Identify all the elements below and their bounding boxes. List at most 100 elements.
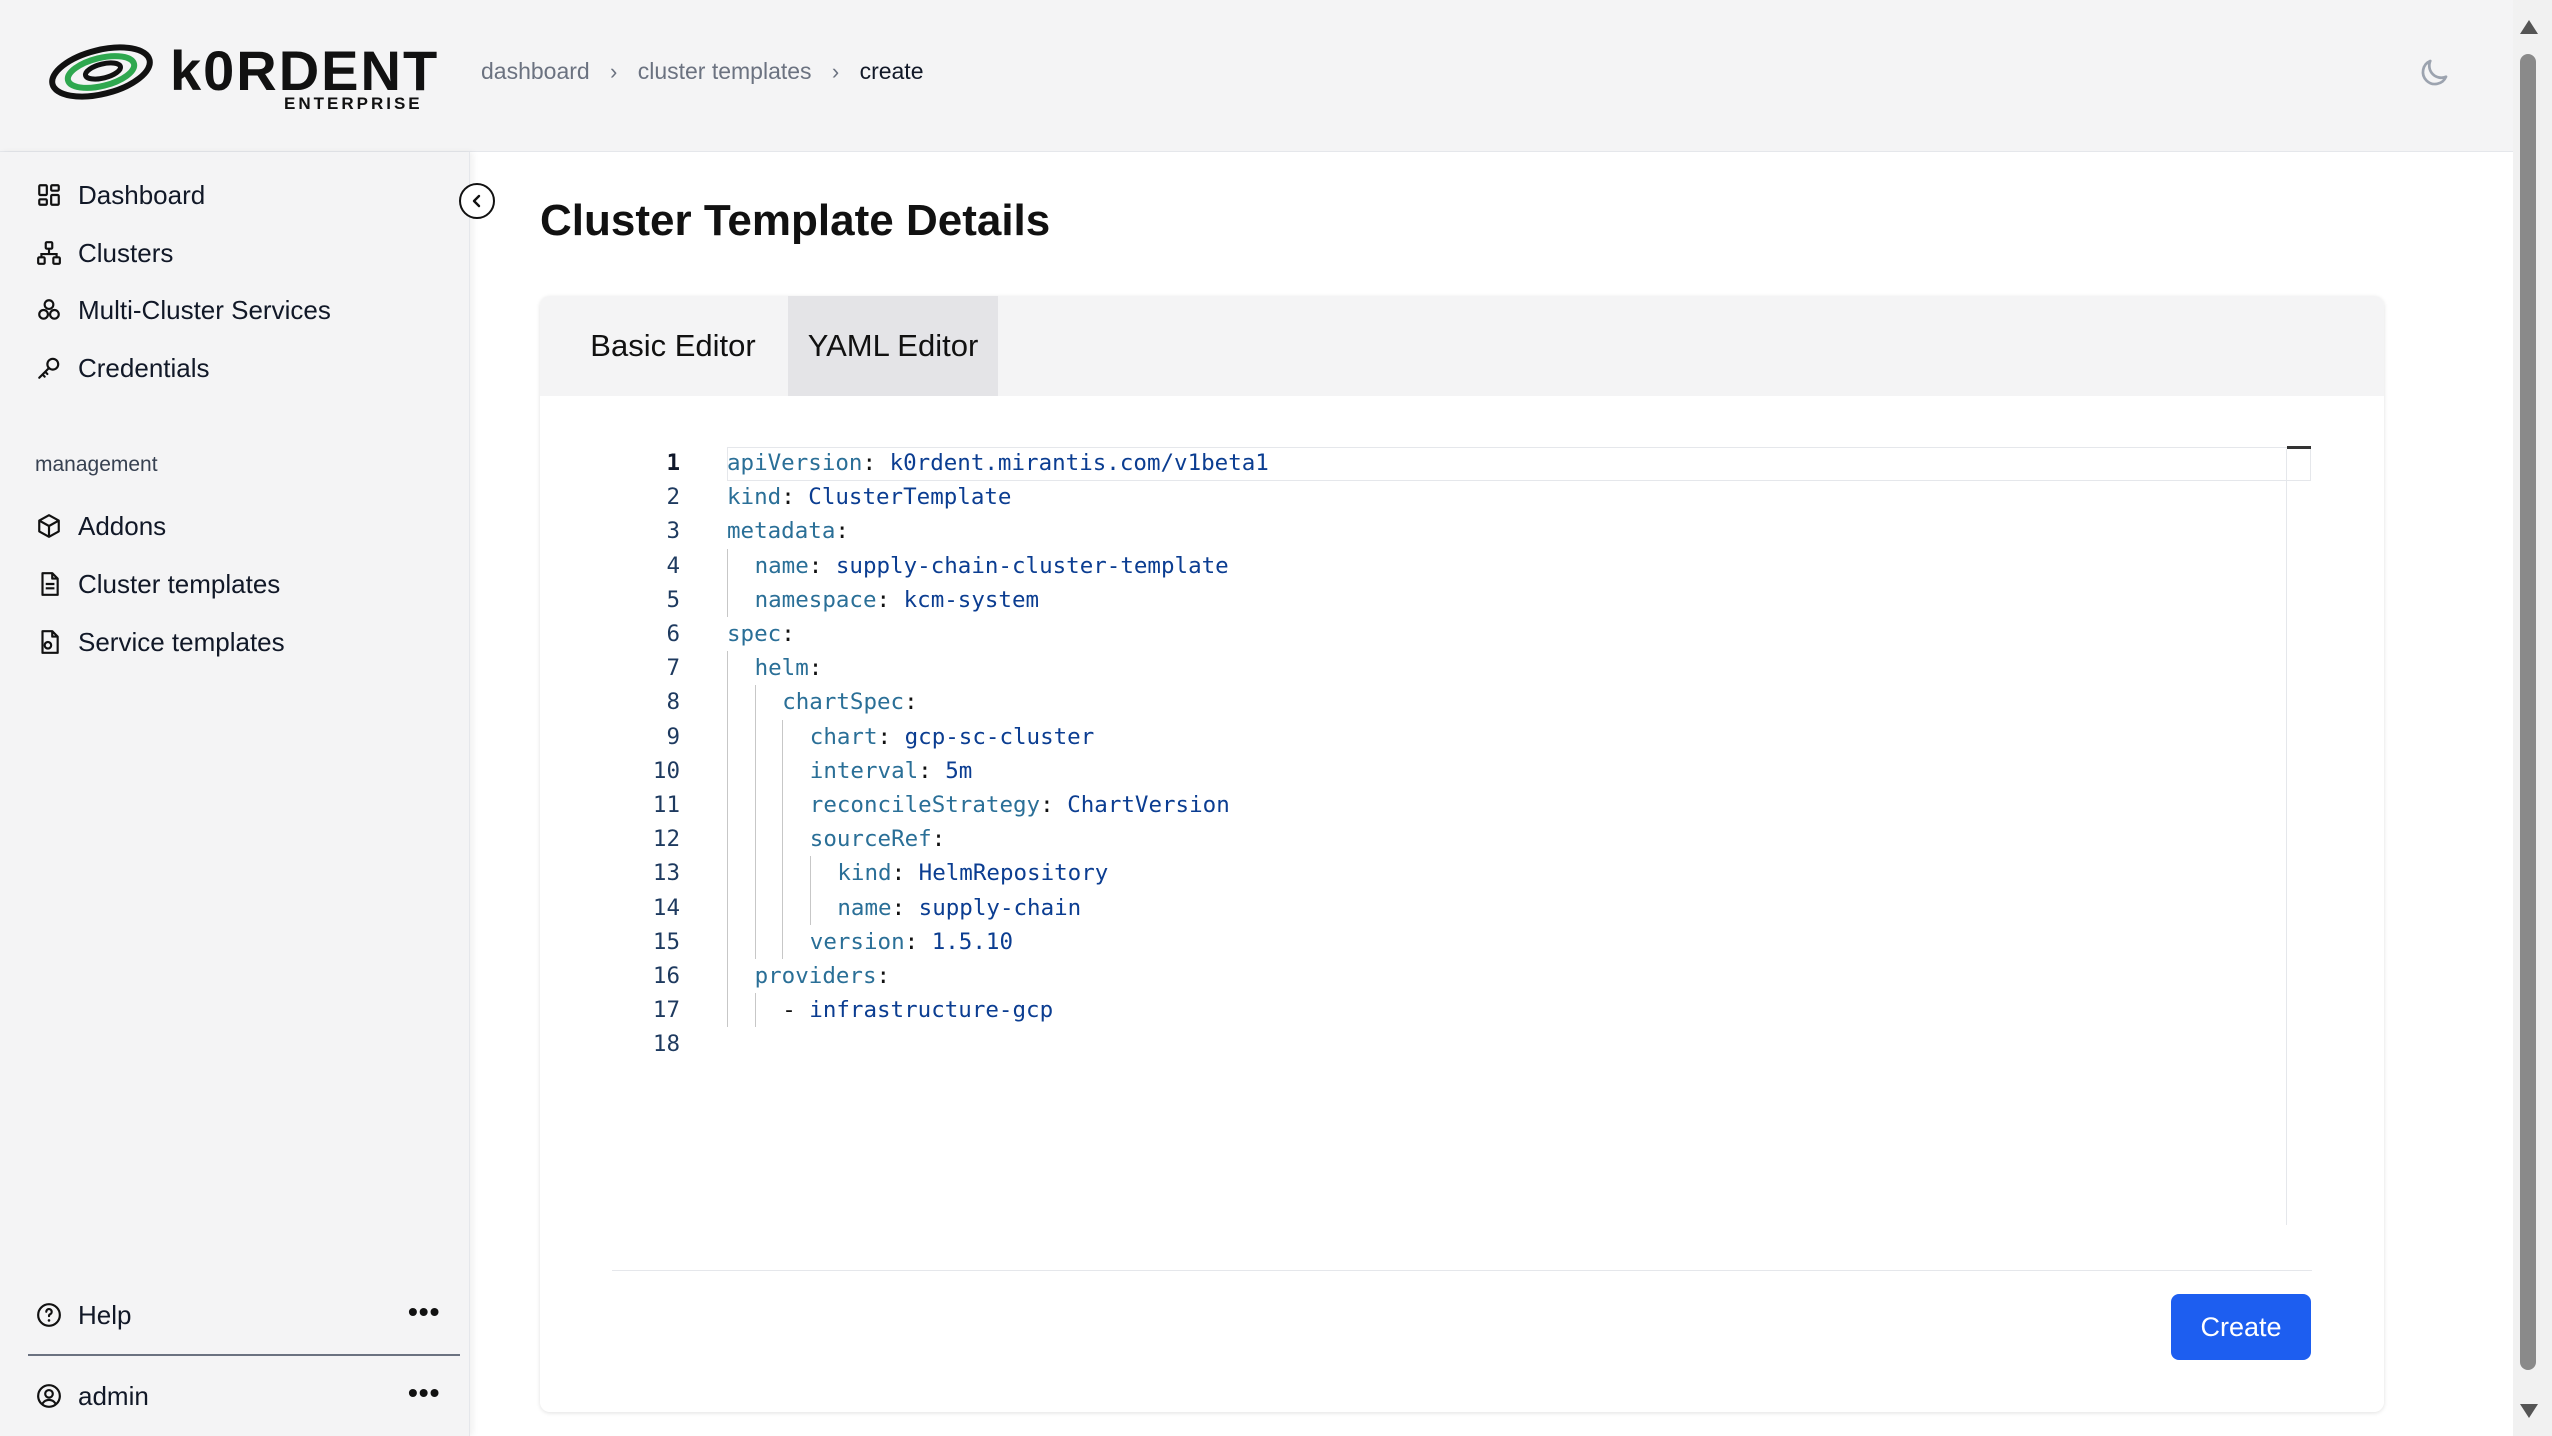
yaml-value: k0rdent.mirantis.com/v1beta1 xyxy=(889,450,1269,476)
clusters-icon xyxy=(34,238,64,268)
yaml-separator: : xyxy=(904,689,918,716)
page-scrollbar[interactable] xyxy=(2513,0,2552,1436)
sidebar-item-label: Multi-Cluster Services xyxy=(78,294,331,325)
code-line[interactable]: 10 interval: 5m xyxy=(612,754,2312,788)
yaml-separator: : xyxy=(876,586,904,613)
line-number: 16 xyxy=(652,963,680,989)
code-line[interactable]: 16 providers: xyxy=(612,959,2312,993)
yaml-value: HelmRepository xyxy=(918,860,1109,887)
yaml-value: ClusterTemplate xyxy=(808,484,1012,511)
yaml-separator: : xyxy=(891,860,919,887)
yaml-separator: : xyxy=(876,963,891,989)
chevron-right-icon: › xyxy=(831,58,840,84)
line-number: 13 xyxy=(652,860,680,887)
orbit-logo-icon xyxy=(49,44,153,100)
line-number: 12 xyxy=(652,826,680,853)
sidebar-item-clusters[interactable]: Clusters xyxy=(34,233,444,273)
create-button[interactable]: Create xyxy=(2171,1294,2311,1360)
indent-guide xyxy=(809,856,811,925)
sidebar-item-label: Dashboard xyxy=(78,179,206,210)
indent-guide xyxy=(727,651,728,1028)
yaml-separator: : xyxy=(1040,792,1068,818)
code-line[interactable]: 8 chartSpec: xyxy=(612,685,2312,719)
line-code: metadata: xyxy=(727,514,849,548)
user-more-icon[interactable]: ••• xyxy=(408,1377,440,1409)
yaml-key: interval xyxy=(809,757,919,784)
tab-basic-editor[interactable]: Basic Editor xyxy=(588,296,758,396)
help-circle-icon xyxy=(34,1300,64,1330)
breadcrumb-cluster-templates[interactable]: cluster templates xyxy=(638,58,812,85)
user-circle-icon xyxy=(34,1381,64,1411)
sidebar-item-label: Credentials xyxy=(78,352,210,383)
line-number: 17 xyxy=(652,997,680,1024)
yaml-separator: : xyxy=(931,826,946,853)
line-code: reconcileStrategy: ChartVersion xyxy=(810,788,1230,822)
code-line[interactable]: 3 metadata: xyxy=(612,514,2312,548)
sidebar-item-service-templates[interactable]: Service templates xyxy=(34,622,444,662)
code-line[interactable]: 17 - infrastructure-gcp xyxy=(612,993,2312,1027)
sidebar-item-help[interactable]: Help xyxy=(34,1295,404,1335)
help-more-icon[interactable]: ••• xyxy=(408,1296,440,1328)
file-gear-icon xyxy=(34,627,64,657)
line-code: chart: gcp-sc-cluster xyxy=(810,720,1094,754)
yaml-key: chartSpec xyxy=(782,689,905,716)
sidebar-item-label: Clusters xyxy=(78,237,174,268)
line-code: name: supply-chain xyxy=(837,891,1081,925)
code-line[interactable]: 13 kind: HelmRepository xyxy=(612,856,2312,890)
code-line[interactable]: 18 xyxy=(612,1027,2312,1061)
sidebar-item-addons[interactable]: Addons xyxy=(34,506,444,546)
yaml-value: supply-chain-cluster-template xyxy=(835,552,1229,579)
line-code: chartSpec: xyxy=(782,685,917,719)
box-icon xyxy=(34,511,64,541)
indent-guide xyxy=(782,719,784,959)
line-number: 14 xyxy=(652,894,680,921)
yaml-value: kcm-system xyxy=(903,586,1040,613)
scroll-down-icon[interactable] xyxy=(2520,1404,2538,1418)
sidebar-item-credentials[interactable]: Credentials xyxy=(34,348,444,388)
scroll-up-icon[interactable] xyxy=(2520,20,2538,34)
key-icon xyxy=(34,353,64,383)
code-line[interactable]: 14 name: supply-chain xyxy=(612,891,2312,925)
dashboard-icon xyxy=(34,180,64,210)
user-name: admin xyxy=(78,1380,149,1411)
code-line[interactable]: 9 chart: gcp-sc-cluster xyxy=(612,720,2312,754)
code-line[interactable]: 2 kind: ClusterTemplate xyxy=(612,480,2312,514)
code-line[interactable]: 1 apiVersion: k0rdent.mirantis.com/v1beta… xyxy=(612,446,2312,480)
line-number: 5 xyxy=(666,586,680,613)
yaml-separator: : xyxy=(891,894,919,921)
code-line[interactable]: 11 reconcileStrategy: ChartVersion xyxy=(612,788,2312,822)
sidebar-item-cluster-templates[interactable]: Cluster templates xyxy=(34,564,444,604)
line-number: 8 xyxy=(666,689,680,716)
scroll-thumb[interactable] xyxy=(2520,54,2536,1370)
yaml-key: - xyxy=(782,997,810,1024)
breadcrumb-dashboard[interactable]: dashboard xyxy=(481,58,590,85)
file-text-icon xyxy=(34,569,64,599)
brand-logo[interactable]: k0RDENT ENTERPRISE xyxy=(46,36,437,118)
line-code: kind: HelmRepository xyxy=(837,856,1108,890)
sidebar-item-label: Service templates xyxy=(78,626,285,657)
line-number: 3 xyxy=(666,518,680,545)
sidebar-item-multi-cluster-services[interactable]: Multi-Cluster Services xyxy=(34,290,444,330)
yaml-separator: : xyxy=(781,484,809,511)
yaml-key: providers xyxy=(754,963,877,989)
code-line[interactable]: 5 namespace: kcm-system xyxy=(612,583,2312,617)
code-line[interactable]: 12 sourceRef: xyxy=(612,822,2312,856)
breadcrumb-create: create xyxy=(859,58,924,84)
yaml-value: supply-chain xyxy=(918,894,1082,921)
tab-yaml-editor[interactable]: YAML Editor xyxy=(788,296,998,396)
code-line[interactable]: 15 version: 1.5.10 xyxy=(612,925,2312,959)
code-line[interactable]: 6 spec: xyxy=(612,617,2312,651)
code-line[interactable]: 4 name: supply-chain-cluster-template xyxy=(612,549,2312,583)
yaml-separator: : xyxy=(808,655,823,682)
sidebar-collapse-button[interactable] xyxy=(459,183,495,219)
yaml-key: metadata xyxy=(727,518,836,545)
sidebar-item-dashboard[interactable]: Dashboard xyxy=(34,175,444,215)
sidebar-item-label: Help xyxy=(78,1299,132,1330)
dark-mode-toggle[interactable] xyxy=(2416,55,2452,91)
code-line[interactable]: 7 helm: xyxy=(612,651,2312,685)
user-menu[interactable]: admin xyxy=(34,1376,404,1416)
yaml-code-editor[interactable]: 1 apiVersion: k0rdent.mirantis.com/v1beta… xyxy=(612,446,2312,1226)
line-number: 2 xyxy=(666,484,680,511)
yaml-value: 1.5.10 xyxy=(931,928,1013,955)
line-number: 4 xyxy=(666,552,680,579)
